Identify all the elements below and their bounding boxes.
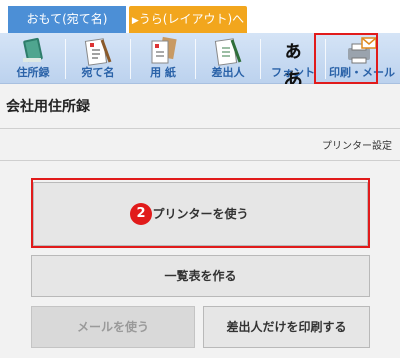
toolbar-divider bbox=[260, 39, 261, 79]
page-title: 会社用住所録 bbox=[6, 99, 90, 115]
tab-front-label: おもて(宛て名) bbox=[26, 12, 108, 26]
toolbar-item-addressee[interactable]: 宛て名 bbox=[67, 33, 129, 84]
tab-front-addressee[interactable]: おもて(宛て名) bbox=[8, 6, 126, 33]
settings-row: プリンター設定 bbox=[0, 129, 400, 161]
toolbar-label-address-book: 住所録 bbox=[16, 66, 50, 79]
make-list-label: 一覧表を作る bbox=[164, 269, 237, 283]
tab-switch-back-layout[interactable]: ▶うら(レイアウト)へ切替 bbox=[129, 6, 247, 55]
toolbar-label-paper: 用 紙 bbox=[150, 66, 176, 79]
print-sender-only-button[interactable]: 差出人だけを印刷する bbox=[203, 306, 370, 348]
sender-card-icon bbox=[214, 38, 242, 66]
highlight-frame-use-printer bbox=[31, 178, 370, 248]
toolbar-divider bbox=[130, 39, 131, 79]
toolbar-label-sender: 差出人 bbox=[211, 66, 245, 79]
addressee-card-icon bbox=[84, 38, 112, 66]
toolbar-divider bbox=[195, 39, 196, 79]
printer-settings-link[interactable]: プリンター設定 bbox=[322, 137, 392, 152]
toolbar-divider bbox=[65, 39, 66, 79]
font-icon: ぁあ bbox=[277, 35, 309, 92]
use-mail-label: メールを使う bbox=[76, 320, 149, 334]
toolbar-item-paper[interactable]: 用 紙 bbox=[132, 33, 194, 84]
address-book-icon bbox=[23, 37, 43, 63]
play-arrow-icon: ▶ bbox=[131, 16, 139, 26]
step-badge-2: 2 bbox=[130, 203, 152, 225]
use-mail-button[interactable]: メールを使う bbox=[31, 306, 195, 348]
make-list-button[interactable]: 一覧表を作る bbox=[31, 255, 370, 297]
page-header: 会社用住所録 bbox=[0, 84, 400, 128]
toolbar-item-address-book[interactable]: 住所録 bbox=[2, 33, 64, 84]
toolbar-item-sender[interactable]: 差出人 bbox=[197, 33, 259, 84]
app-root: おもて(宛て名) ▶うら(レイアウト)へ切替 住所録 bbox=[0, 0, 400, 358]
side-tabs: おもて(宛て名) ▶うら(レイアウト)へ切替 bbox=[0, 0, 400, 55]
print-sender-only-label: 差出人だけを印刷する bbox=[226, 320, 347, 334]
paper-icon bbox=[151, 36, 177, 64]
toolbar-label-addressee: 宛て名 bbox=[81, 66, 115, 79]
highlight-frame-print-mail bbox=[314, 33, 378, 84]
